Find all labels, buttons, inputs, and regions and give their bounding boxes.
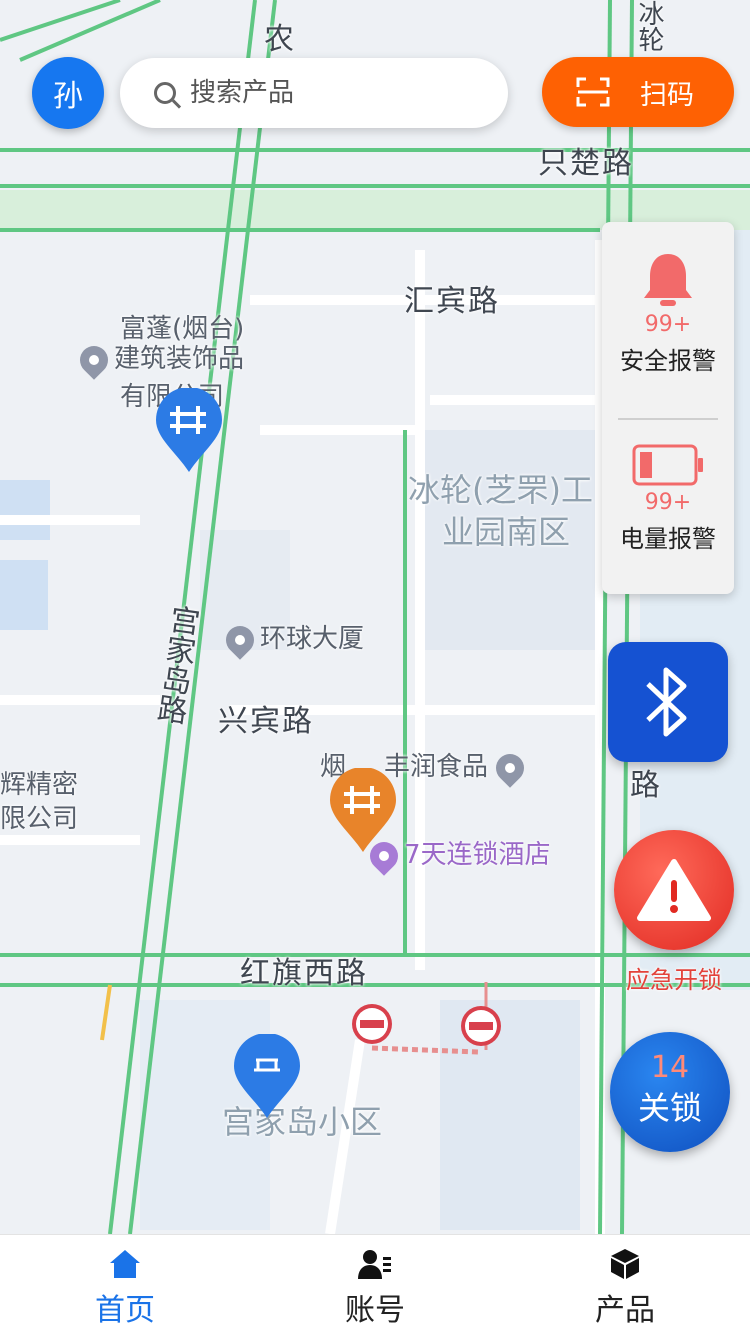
tab-account[interactable]: 账号 (250, 1235, 500, 1335)
area-label: 业园南区 (442, 513, 571, 551)
device-marker-lock[interactable] (234, 1034, 300, 1118)
device-marker-blue[interactable] (156, 388, 222, 472)
warning-icon (637, 859, 711, 921)
poi-fengrun[interactable]: 丰润食品 (384, 747, 530, 788)
device-marker-orange[interactable] (330, 768, 396, 852)
safety-alarm-count: 99+ (644, 312, 692, 337)
location-pin-icon (490, 747, 530, 788)
poi-global-building[interactable]: 环球大厦 (220, 619, 364, 660)
bell-icon (644, 254, 692, 306)
battery-alarm-label: 电量报警 (620, 525, 716, 553)
tab-home[interactable]: 首页 (0, 1235, 250, 1335)
emergency-unlock-label: 应急开锁 (626, 966, 722, 994)
road-label: 只楚路 (538, 146, 634, 181)
lock-count: 14 (650, 1050, 690, 1085)
scan-button[interactable]: 扫码 (542, 57, 734, 127)
safety-alarm[interactable]: 99+ 安全报警 (602, 252, 734, 376)
tab-label: 首页 (95, 1293, 155, 1328)
tab-label: 产品 (595, 1293, 655, 1328)
area-label: 冰轮(芝罘)工 (408, 471, 593, 509)
search-icon (154, 82, 176, 104)
alarm-panel: 99+ 安全报警 99+ 电量报警 (602, 222, 734, 594)
tab-label: 账号 (345, 1293, 405, 1328)
search-bar[interactable] (120, 58, 508, 128)
location-pin-icon (74, 339, 114, 380)
poi-7days-hotel[interactable]: 7天连锁酒店 (364, 835, 551, 876)
bluetooth-icon (646, 667, 687, 737)
account-icon (358, 1250, 391, 1279)
close-lock-label: 关锁 (637, 1089, 702, 1127)
bluetooth-button[interactable] (608, 642, 728, 762)
avatar[interactable]: 孙 (32, 57, 104, 129)
emergency-unlock-button[interactable] (614, 830, 734, 950)
building-pin-icon (220, 619, 260, 660)
poi-label: 富蓬(烟台) (120, 314, 245, 344)
poi-label: 限公司 (0, 804, 79, 834)
home-icon (110, 1250, 140, 1278)
battery-alarm[interactable]: 99+ 电量报警 (602, 444, 734, 554)
road-label: 红旗西路 (240, 956, 368, 991)
search-input[interactable] (188, 77, 492, 109)
no-entry-icon (352, 1004, 501, 1046)
tab-product[interactable]: 产品 (500, 1235, 750, 1335)
road-label: 路 (630, 768, 662, 803)
battery-alarm-count: 99+ (644, 490, 692, 515)
battery-low-icon (632, 444, 703, 486)
divider (618, 418, 718, 420)
close-lock-button[interactable]: 14 关锁 (610, 1032, 730, 1152)
road-label: 农 (264, 22, 296, 57)
bottom-tab-bar: 首页 账号 产品 (0, 1234, 750, 1335)
safety-alarm-label: 安全报警 (620, 347, 716, 375)
road-label: 兴宾路 (218, 704, 314, 739)
product-box-icon (611, 1249, 639, 1279)
poi-label: 辉精密 (0, 770, 79, 800)
scan-label: 扫码 (640, 79, 694, 111)
scan-icon (576, 77, 610, 107)
poi-fupeng[interactable]: 建筑装饰品 (74, 339, 244, 380)
road-label: 汇宾路 (404, 284, 500, 319)
road-label: 冰轮 (634, 0, 664, 52)
